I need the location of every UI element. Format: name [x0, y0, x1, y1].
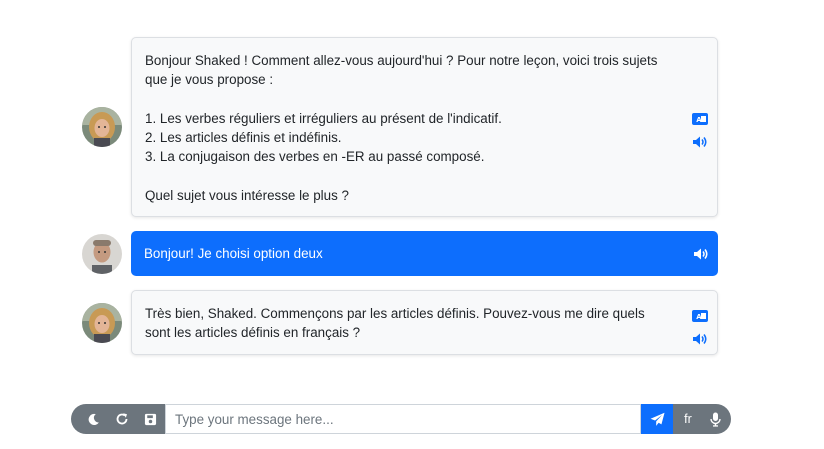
microphone-icon	[709, 412, 721, 427]
assistant-avatar	[82, 107, 122, 147]
assistant-message-bubble: Très bien, Shaked. Commençons par les ar…	[131, 290, 718, 355]
message-text: Bonjour! Je choisi option deux	[144, 246, 323, 261]
translate-icon[interactable]: A	[692, 308, 708, 327]
translate-icon[interactable]: A	[692, 111, 708, 130]
assistant-message-row	[82, 303, 122, 343]
microphone-button[interactable]	[703, 404, 731, 434]
assistant-message-bubble: Bonjour Shaked ! Comment allez-vous aujo…	[131, 37, 718, 217]
language-button[interactable]: fr	[673, 404, 703, 434]
send-button[interactable]	[641, 404, 673, 434]
message-text: Très bien, Shaked. Commençons par les ar…	[145, 306, 645, 341]
message-input[interactable]	[165, 404, 641, 434]
user-message-row	[82, 234, 122, 274]
refresh-icon[interactable]	[108, 404, 137, 434]
assistant-message-row	[82, 107, 122, 147]
input-bar-left-actions	[71, 404, 165, 434]
user-avatar	[82, 234, 122, 274]
assistant-avatar	[82, 303, 122, 343]
message-text: Bonjour Shaked ! Comment allez-vous aujo…	[145, 53, 658, 204]
speaker-icon[interactable]	[692, 332, 708, 351]
speaker-icon[interactable]	[693, 247, 709, 266]
speaker-icon[interactable]	[692, 135, 708, 154]
save-icon[interactable]	[136, 404, 165, 434]
paper-plane-icon	[650, 412, 665, 426]
chat-input-bar: fr	[71, 404, 731, 434]
moon-icon[interactable]	[79, 404, 108, 434]
user-message-bubble: Bonjour! Je choisi option deux	[131, 231, 718, 276]
